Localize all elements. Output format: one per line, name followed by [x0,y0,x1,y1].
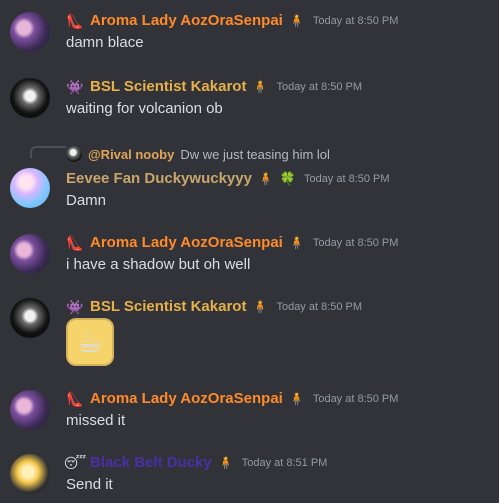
author-name[interactable]: Eevee Fan Duckywuckyyy [66,170,252,188]
author-name[interactable]: Aroma Lady AozOraSenpai [90,234,283,252]
author-name[interactable]: Aroma Lady AozOraSenpai [90,390,283,408]
timestamp: Today at 8:50 PM [276,301,363,313]
gold-person-icon: 🧍 [252,79,269,94]
high-heel-icon: 👠 [66,391,84,407]
sleepy-face-icon: 😴 [63,455,87,471]
timestamp: Today at 8:50 PM [312,393,399,405]
user-avatar-kakarot[interactable] [10,78,50,118]
message-header: 👾 BSL Scientist Kakarot 🧍 Today at 8:50 … [66,78,362,96]
author-name[interactable]: Black Belt Ducky [90,454,212,472]
user-avatar-aroma[interactable] [10,390,50,430]
message-text: waiting for volcanion ob [66,100,223,117]
brown-figure-icon: 🧍 [217,455,234,470]
timestamp: Today at 8:50 PM [276,81,363,93]
high-heel-icon: 👠 [66,235,84,251]
high-heel-icon: 👠 [66,13,84,29]
green-clover-icon: 🍀 [279,171,297,186]
message-text: missed it [66,412,126,429]
message-header: 👠 Aroma Lady AozOraSenpai 🧍 Today at 8:5… [66,234,398,252]
reply-preview[interactable]: @Rival nooby Dw we just teasing him lol [66,146,330,162]
pokemon-sticker-icon[interactable]: ☕ [66,318,114,366]
pink-figure-icon: 🧍 [288,13,305,28]
author-name[interactable]: BSL Scientist Kakarot [90,298,246,316]
reply-text: Dw we just teasing him lol [180,146,330,162]
message-1: 👠 Aroma Lady AozOraSenpai 🧍 Today at 8:5… [0,12,499,54]
message-text: i have a shadow but oh well [66,256,251,273]
message-header: 😴 Black Belt Ducky 🧍 Today at 8:51 PM [63,454,328,472]
reply-spine [30,146,66,158]
alien-monster-icon: 👾 [66,79,84,95]
user-avatar-kakarot[interactable] [10,298,50,338]
message-text: Damn [66,192,107,209]
gold-person-icon: 🧍 [252,299,269,314]
message-4: 👠 Aroma Lady AozOraSenpai 🧍 Today at 8:5… [0,234,499,276]
message-header: 👠 Aroma Lady AozOraSenpai 🧍 Today at 8:5… [66,390,398,408]
alien-monster-icon: 👾 [66,299,84,315]
timestamp: Today at 8:50 PM [312,237,399,249]
pink-figure-icon: 🧍 [288,235,305,250]
timestamp: Today at 8:50 PM [303,173,390,185]
message-header: 👾 BSL Scientist Kakarot 🧍 Today at 8:50 … [66,298,362,316]
message-7: 😴 Black Belt Ducky 🧍 Today at 8:51 PM Se… [0,454,499,496]
user-avatar-aroma[interactable] [10,12,50,52]
message-3: @Rival nooby Dw we just teasing him lol … [0,146,499,212]
reply-author[interactable]: @Rival nooby [88,147,174,162]
message-header: Eevee Fan Duckywuckyyy 🧍 🍀 Today at 8:50… [66,170,390,188]
author-name[interactable]: BSL Scientist Kakarot [90,78,246,96]
user-avatar-eevee[interactable] [10,168,50,208]
user-avatar-black-belt[interactable] [10,454,50,494]
user-avatar-aroma[interactable] [10,234,50,274]
author-name[interactable]: Aroma Lady AozOraSenpai [90,12,283,30]
message-6: 👠 Aroma Lady AozOraSenpai 🧍 Today at 8:5… [0,390,499,432]
message-5: 👾 BSL Scientist Kakarot 🧍 Today at 8:50 … [0,298,499,370]
timestamp: Today at 8:51 PM [241,457,328,469]
reply-avatar [66,146,82,162]
pink-figure-icon: 🧍 [288,391,305,406]
gold-person-icon: 🧍 [257,171,275,186]
timestamp: Today at 8:50 PM [312,15,399,27]
message-header: 👠 Aroma Lady AozOraSenpai 🧍 Today at 8:5… [66,12,398,30]
message-text: damn blace [66,34,144,51]
message-text: Send it [66,476,113,493]
message-2: 👾 BSL Scientist Kakarot 🧍 Today at 8:50 … [0,78,499,120]
